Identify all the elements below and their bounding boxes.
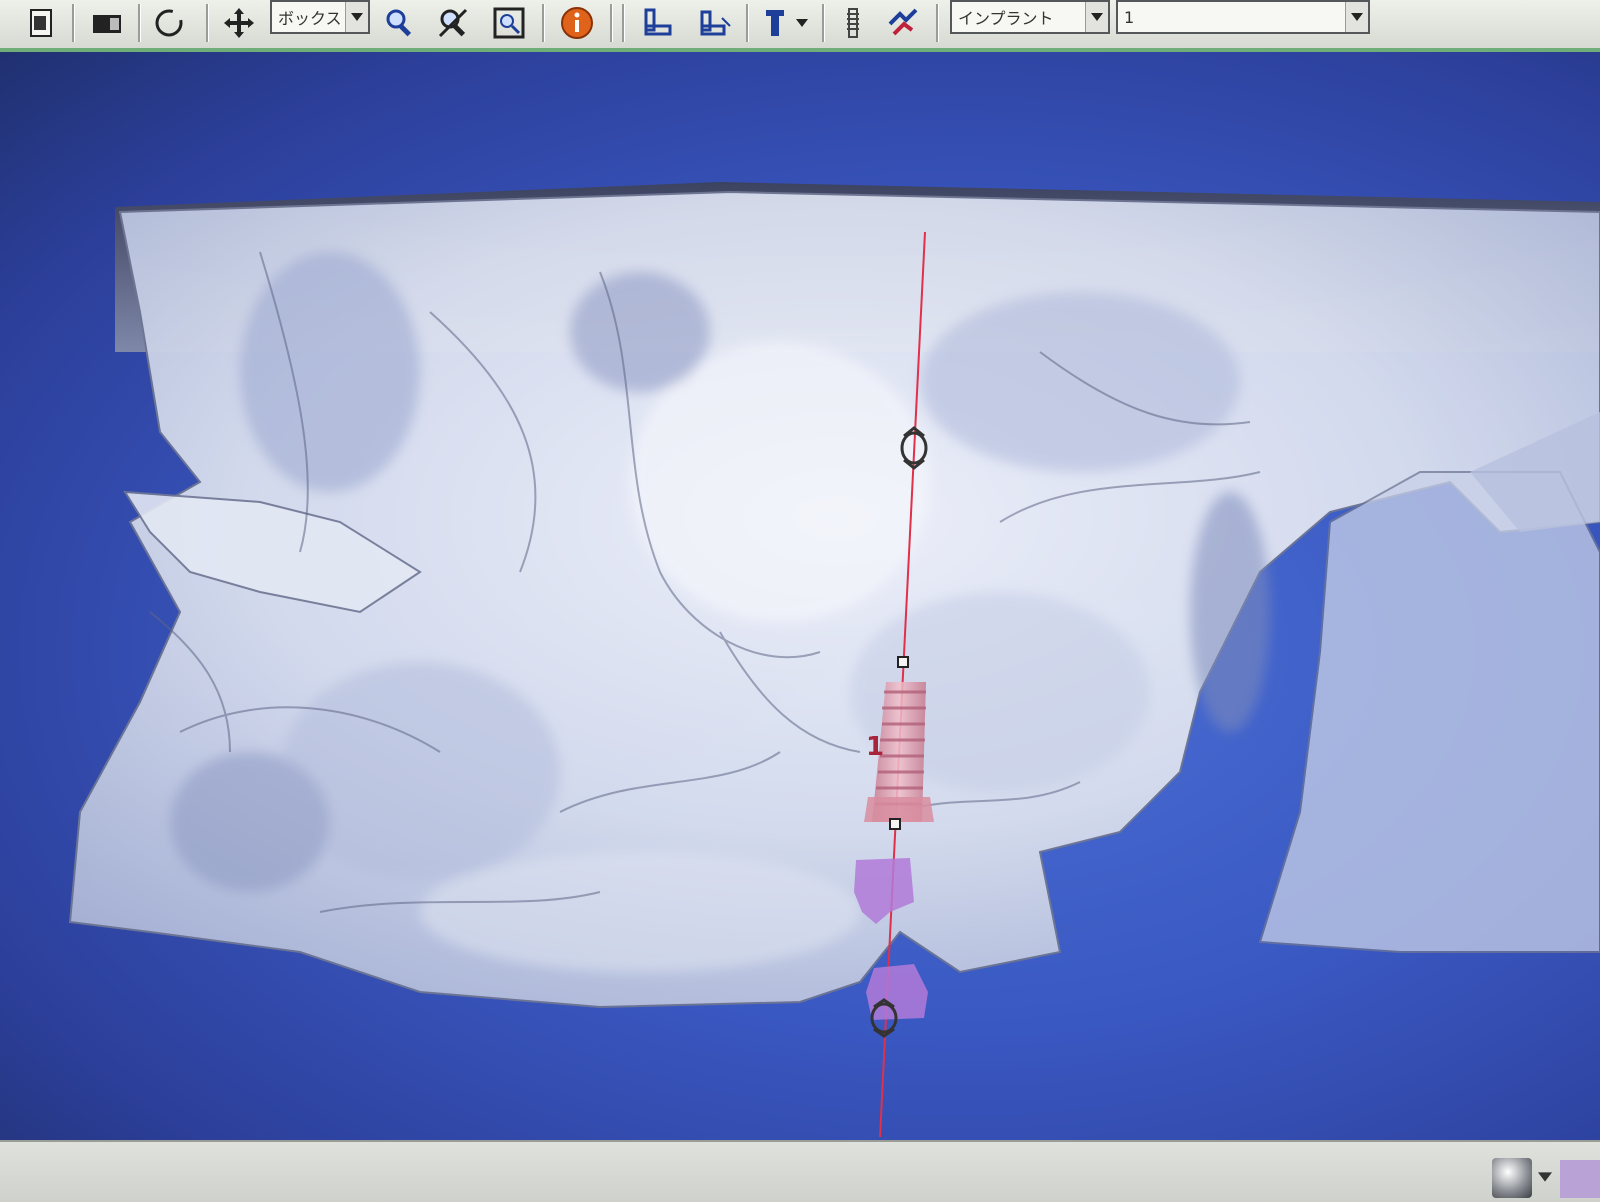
skull-3d-render[interactable] [0, 52, 1600, 1140]
number-select[interactable]: 1 [1116, 0, 1370, 34]
chevron-down-icon[interactable] [1538, 1170, 1552, 1184]
number-select-value: 1 [1124, 7, 1135, 27]
panel-icon[interactable] [86, 2, 128, 44]
implant-detail-icon[interactable] [832, 2, 874, 44]
move-icon[interactable] [218, 2, 260, 44]
toolbar: ボックス インプラント 1 [0, 0, 1600, 52]
chevron-down-icon [345, 2, 368, 32]
object-select[interactable]: インプラント [950, 0, 1110, 34]
chevron-down-icon [1085, 2, 1108, 32]
mode-select[interactable]: ボックス [270, 0, 370, 34]
3d-viewport[interactable]: 1 [0, 52, 1600, 1140]
chair-view-alt-icon[interactable] [694, 2, 736, 44]
chevron-down-icon [1345, 2, 1368, 32]
status-bar [0, 1140, 1600, 1202]
object-select-value: インプラント [958, 9, 1054, 28]
implant-tool-dropdown-icon[interactable] [790, 2, 814, 44]
zoom-window-icon[interactable] [488, 2, 530, 44]
implant-number-label: 1 [866, 732, 885, 762]
sphere-icon[interactable] [1492, 1158, 1532, 1198]
nerve-tool-icon[interactable] [882, 2, 924, 44]
info-icon[interactable] [556, 2, 598, 44]
magnifier-icon[interactable] [378, 2, 420, 44]
mode-select-value: ボックス [278, 9, 342, 28]
magnifier-cross-icon[interactable] [432, 2, 474, 44]
document-icon[interactable] [20, 2, 62, 44]
rotate-icon[interactable] [148, 2, 190, 44]
color-swatch[interactable] [1560, 1160, 1600, 1198]
chair-view-icon[interactable] [636, 2, 678, 44]
